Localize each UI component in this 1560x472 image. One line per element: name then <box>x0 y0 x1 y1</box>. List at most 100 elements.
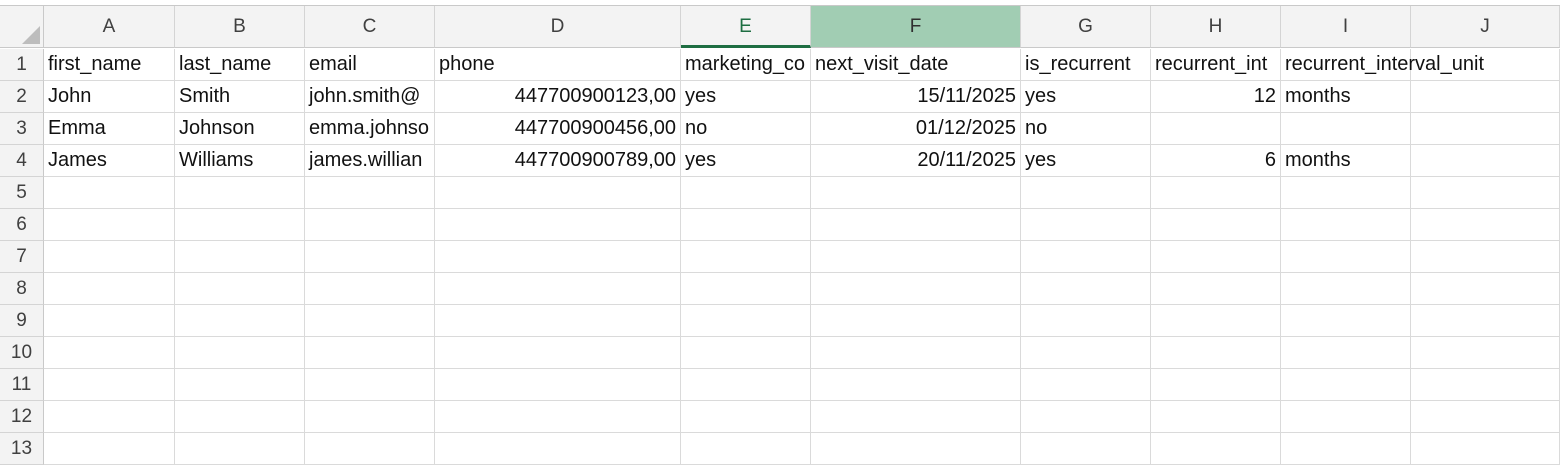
cell-i8[interactable] <box>1281 273 1411 305</box>
cell-i12[interactable] <box>1281 401 1411 433</box>
cell-e13[interactable] <box>681 433 811 465</box>
cell-g10[interactable] <box>1021 337 1151 369</box>
cell-f11[interactable] <box>811 369 1021 401</box>
cell-e3[interactable]: no <box>681 113 811 145</box>
cell-e5[interactable] <box>681 177 811 209</box>
cell-a11[interactable] <box>44 369 175 401</box>
column-header-a[interactable]: A <box>44 6 175 48</box>
cell-b12[interactable] <box>175 401 305 433</box>
cell-j3[interactable] <box>1411 113 1560 145</box>
cell-f13[interactable] <box>811 433 1021 465</box>
cell-h5[interactable] <box>1151 177 1281 209</box>
cell-e9[interactable] <box>681 305 811 337</box>
cell-d12[interactable] <box>435 401 681 433</box>
cell-g5[interactable] <box>1021 177 1151 209</box>
cell-b13[interactable] <box>175 433 305 465</box>
cell-h13[interactable] <box>1151 433 1281 465</box>
cell-h9[interactable] <box>1151 305 1281 337</box>
cell-b9[interactable] <box>175 305 305 337</box>
cell-a3[interactable]: Emma <box>44 113 175 145</box>
cell-c13[interactable] <box>305 433 435 465</box>
cell-c5[interactable] <box>305 177 435 209</box>
cell-f5[interactable] <box>811 177 1021 209</box>
cell-i5[interactable] <box>1281 177 1411 209</box>
cell-e2[interactable]: yes <box>681 81 811 113</box>
cell-j6[interactable] <box>1411 209 1560 241</box>
cell-a13[interactable] <box>44 433 175 465</box>
cell-i2[interactable]: months <box>1281 81 1411 113</box>
cell-e11[interactable] <box>681 369 811 401</box>
cell-a12[interactable] <box>44 401 175 433</box>
cell-h6[interactable] <box>1151 209 1281 241</box>
cell-f2[interactable]: 15/11/2025 <box>811 81 1021 113</box>
cell-c11[interactable] <box>305 369 435 401</box>
row-header-10[interactable]: 10 <box>0 337 44 369</box>
cell-g8[interactable] <box>1021 273 1151 305</box>
row-header-5[interactable]: 5 <box>0 177 44 209</box>
cell-i4[interactable]: months <box>1281 145 1411 177</box>
cell-a5[interactable] <box>44 177 175 209</box>
cell-g11[interactable] <box>1021 369 1151 401</box>
cell-g6[interactable] <box>1021 209 1151 241</box>
cell-e4[interactable]: yes <box>681 145 811 177</box>
row-header-9[interactable]: 9 <box>0 305 44 337</box>
cell-b10[interactable] <box>175 337 305 369</box>
cell-g2[interactable]: yes <box>1021 81 1151 113</box>
cell-c2[interactable]: john.smith@ <box>305 81 435 113</box>
cell-c6[interactable] <box>305 209 435 241</box>
column-header-c[interactable]: C <box>305 6 435 48</box>
cell-h11[interactable] <box>1151 369 1281 401</box>
spreadsheet-grid[interactable]: first_name last_name email phone marketing_c… <box>0 0 1560 472</box>
cell-f9[interactable] <box>811 305 1021 337</box>
cell-j13[interactable] <box>1411 433 1560 465</box>
column-header-d[interactable]: D <box>435 6 681 48</box>
cell-h12[interactable] <box>1151 401 1281 433</box>
cell-b7[interactable] <box>175 241 305 273</box>
cell-f4[interactable]: 20/11/2025 <box>811 145 1021 177</box>
column-header-j[interactable]: J <box>1411 6 1560 48</box>
cell-b2[interactable]: Smith <box>175 81 305 113</box>
cell-f8[interactable] <box>811 273 1021 305</box>
cell-c8[interactable] <box>305 273 435 305</box>
cell-j4[interactable] <box>1411 145 1560 177</box>
cell-c7[interactable] <box>305 241 435 273</box>
row-header-4[interactable]: 4 <box>0 145 44 177</box>
cell-f6[interactable] <box>811 209 1021 241</box>
cell-c4[interactable]: james.willian <box>305 145 435 177</box>
cell-d6[interactable] <box>435 209 681 241</box>
cell-d9[interactable] <box>435 305 681 337</box>
cell-g3[interactable]: no <box>1021 113 1151 145</box>
cell-e1[interactable]: marketing_co <box>681 49 811 81</box>
cell-j12[interactable] <box>1411 401 1560 433</box>
cell-c9[interactable] <box>305 305 435 337</box>
cell-i9[interactable] <box>1281 305 1411 337</box>
cell-f12[interactable] <box>811 401 1021 433</box>
cell-e6[interactable] <box>681 209 811 241</box>
cell-d2[interactable]: 447700900123,00 <box>435 81 681 113</box>
cell-e7[interactable] <box>681 241 811 273</box>
column-header-e[interactable]: E <box>681 6 811 48</box>
cell-h7[interactable] <box>1151 241 1281 273</box>
cell-i13[interactable] <box>1281 433 1411 465</box>
cell-f10[interactable] <box>811 337 1021 369</box>
cell-j11[interactable] <box>1411 369 1560 401</box>
row-header-8[interactable]: 8 <box>0 273 44 305</box>
column-header-f[interactable]: F <box>811 6 1021 48</box>
row-header-3[interactable]: 3 <box>0 113 44 145</box>
column-header-g[interactable]: G <box>1021 6 1151 48</box>
cell-e8[interactable] <box>681 273 811 305</box>
cell-d8[interactable] <box>435 273 681 305</box>
column-header-h[interactable]: H <box>1151 6 1281 48</box>
cell-j2[interactable] <box>1411 81 1560 113</box>
cell-j8[interactable] <box>1411 273 1560 305</box>
cell-a9[interactable] <box>44 305 175 337</box>
cell-a8[interactable] <box>44 273 175 305</box>
cell-i10[interactable] <box>1281 337 1411 369</box>
cell-f7[interactable] <box>811 241 1021 273</box>
cell-b11[interactable] <box>175 369 305 401</box>
cell-g9[interactable] <box>1021 305 1151 337</box>
row-header-2[interactable]: 2 <box>0 81 44 113</box>
cell-d4[interactable]: 447700900789,00 <box>435 145 681 177</box>
cell-h4[interactable]: 6 <box>1151 145 1281 177</box>
cell-g1[interactable]: is_recurrent <box>1021 49 1151 81</box>
